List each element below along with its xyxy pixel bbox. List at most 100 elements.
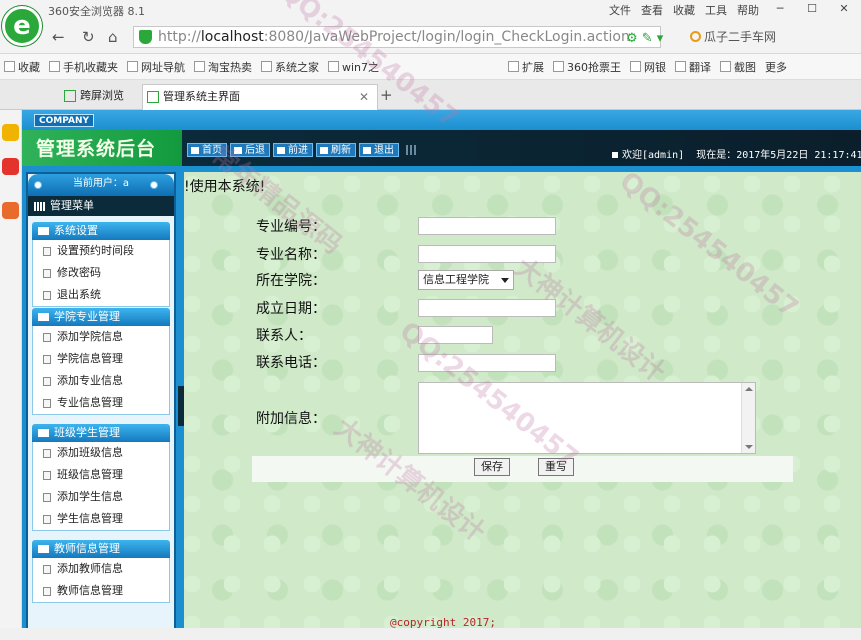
- page-icon: [147, 91, 159, 103]
- menu-item-add-college[interactable]: 添加学院信息: [33, 326, 169, 348]
- group-teacher: 教师信息管理 添加教师信息 教师信息管理: [32, 540, 170, 603]
- maximize-icon[interactable]: ☐: [801, 2, 823, 18]
- menu-item-manage-class[interactable]: 班级信息管理: [33, 464, 169, 486]
- document-icon: [43, 493, 51, 502]
- bookmark-extensions[interactable]: 扩展: [508, 59, 544, 75]
- close-icon[interactable]: ✕: [833, 2, 855, 18]
- founded-date-input[interactable]: [418, 299, 556, 317]
- document-icon: [43, 399, 51, 408]
- label-founded-date: 成立日期：: [256, 301, 326, 317]
- tab-main[interactable]: 管理系统主界面 ✕: [142, 84, 378, 110]
- group-college-major: 学院专业管理 添加学院信息 学院信息管理 添加专业信息 专业信息管理: [32, 308, 170, 415]
- tab-close-icon[interactable]: ✕: [359, 85, 369, 109]
- menu-item-manage-student[interactable]: 学生信息管理: [33, 508, 169, 530]
- menu-tools[interactable]: 工具: [705, 2, 727, 18]
- document-icon: [43, 587, 51, 596]
- split-view-icon: [64, 90, 76, 102]
- chevron-down-icon: [501, 278, 509, 283]
- menu-item-add-student[interactable]: 添加学生信息: [33, 486, 169, 508]
- forward-button[interactable]: 前进: [273, 143, 313, 157]
- group-head[interactable]: 班级学生管理: [32, 424, 170, 442]
- menu-item-add-teacher[interactable]: 添加教师信息: [33, 558, 169, 580]
- company-strip: COMPANY: [22, 110, 861, 130]
- reload-icon[interactable]: ↻: [82, 28, 95, 46]
- phone-icon: [49, 61, 60, 72]
- marquee-notice: !使用本系统!: [184, 179, 266, 195]
- bookmark-mobile[interactable]: 手机收藏夹: [49, 59, 118, 75]
- status-bar: [0, 628, 861, 640]
- minimize-icon[interactable]: ─: [769, 2, 791, 18]
- bookmark-translate[interactable]: 翻译: [675, 59, 711, 75]
- document-icon: [43, 333, 51, 342]
- scroll-down-icon[interactable]: [745, 445, 753, 449]
- power-icon: [363, 147, 371, 154]
- menu-favorites[interactable]: 收藏: [673, 2, 695, 18]
- ticket-icon: [553, 61, 565, 72]
- menu-item-manage-major[interactable]: 专业信息管理: [33, 392, 169, 414]
- grid-icon: [508, 61, 520, 72]
- bookmark-screenshot[interactable]: 截图: [720, 59, 756, 75]
- url-input[interactable]: http://localhost:8080/JavaWebProject/log…: [133, 26, 661, 48]
- scroll-up-icon[interactable]: [745, 387, 753, 391]
- bookmark-syshome[interactable]: 系统之家: [261, 59, 319, 75]
- url-path: :8080/JavaWebProject/login/login_CheckLo…: [263, 29, 630, 45]
- home-icon[interactable]: ⌂: [108, 28, 118, 46]
- menu-item-change-password[interactable]: 修改密码: [33, 262, 169, 284]
- url-tool-icons[interactable]: ⚙ ✎ ▾: [626, 31, 663, 46]
- reset-button[interactable]: 重写: [538, 458, 574, 476]
- refresh-icon: [320, 147, 328, 154]
- contact-input[interactable]: [418, 326, 493, 344]
- phone-input[interactable]: [418, 354, 556, 372]
- textarea-scrollbar[interactable]: [741, 383, 755, 453]
- bookmark-more[interactable]: 更多: [765, 59, 787, 75]
- major-name-input[interactable]: [418, 245, 556, 263]
- document-icon: [43, 291, 51, 300]
- browser-title: 360安全浏览器 8.1: [48, 5, 145, 18]
- save-button[interactable]: 保存: [474, 458, 510, 476]
- knob-icon: [150, 181, 158, 189]
- browser-logo-icon: e: [2, 6, 42, 46]
- bookmark-bank[interactable]: 网银: [630, 59, 666, 75]
- menu-item-add-class[interactable]: 添加班级信息: [33, 442, 169, 464]
- back-button[interactable]: 后退: [230, 143, 270, 157]
- menu-help[interactable]: 帮助: [737, 2, 759, 18]
- back-arrow-icon[interactable]: ←: [52, 28, 65, 46]
- grid-icon[interactable]: [406, 145, 416, 155]
- weibo-icon[interactable]: [2, 158, 19, 175]
- page-icon: [261, 61, 272, 72]
- refresh-button[interactable]: 刷新: [316, 143, 356, 157]
- menu-file[interactable]: 文件: [609, 2, 631, 18]
- menu-item-add-major[interactable]: 添加专业信息: [33, 370, 169, 392]
- menu-item-manage-college[interactable]: 学院信息管理: [33, 348, 169, 370]
- group-class-student: 班级学生管理 添加班级信息 班级信息管理 添加学生信息 学生信息管理: [32, 424, 170, 531]
- college-select[interactable]: 信息工程学院: [418, 270, 514, 290]
- group-head[interactable]: 系统设置: [32, 222, 170, 240]
- company-logo: COMPANY: [34, 114, 94, 127]
- menu-item-set-time-slot[interactable]: 设置预约时间段: [33, 240, 169, 262]
- mail-icon[interactable]: [2, 202, 19, 219]
- translate-icon: [675, 61, 687, 72]
- menu-view[interactable]: 查看: [641, 2, 663, 18]
- new-tab-icon[interactable]: +: [380, 86, 393, 104]
- group-head[interactable]: 教师信息管理: [32, 540, 170, 558]
- menu-item-exit-system[interactable]: 退出系统: [33, 284, 169, 306]
- star-icon[interactable]: [2, 124, 19, 141]
- label-major-name: 专业名称：: [256, 247, 326, 263]
- bookmark-nav[interactable]: 网址导航: [127, 59, 185, 75]
- major-code-input[interactable]: [418, 217, 556, 235]
- bookmark-favorites[interactable]: 收藏: [4, 59, 40, 75]
- bookmark-tickets[interactable]: 360抢票王: [553, 59, 621, 75]
- bookmark-taobao[interactable]: 淘宝热卖: [194, 59, 252, 75]
- bookmark-win7[interactable]: win7之: [328, 59, 379, 75]
- group-head[interactable]: 学院专业管理: [32, 308, 170, 326]
- document-icon: [43, 247, 51, 256]
- document-icon: [43, 515, 51, 524]
- college-selected: 信息工程学院: [423, 273, 489, 286]
- extra-info-textarea[interactable]: [418, 382, 756, 454]
- logout-button[interactable]: 退出: [359, 143, 399, 157]
- home-button[interactable]: 首页: [187, 143, 227, 157]
- search-input[interactable]: 瓜子二手车网: [688, 26, 861, 48]
- menu-icon: [34, 202, 46, 211]
- tab-split-view[interactable]: 跨屏浏览: [60, 84, 124, 110]
- menu-item-manage-teacher[interactable]: 教师信息管理: [33, 580, 169, 602]
